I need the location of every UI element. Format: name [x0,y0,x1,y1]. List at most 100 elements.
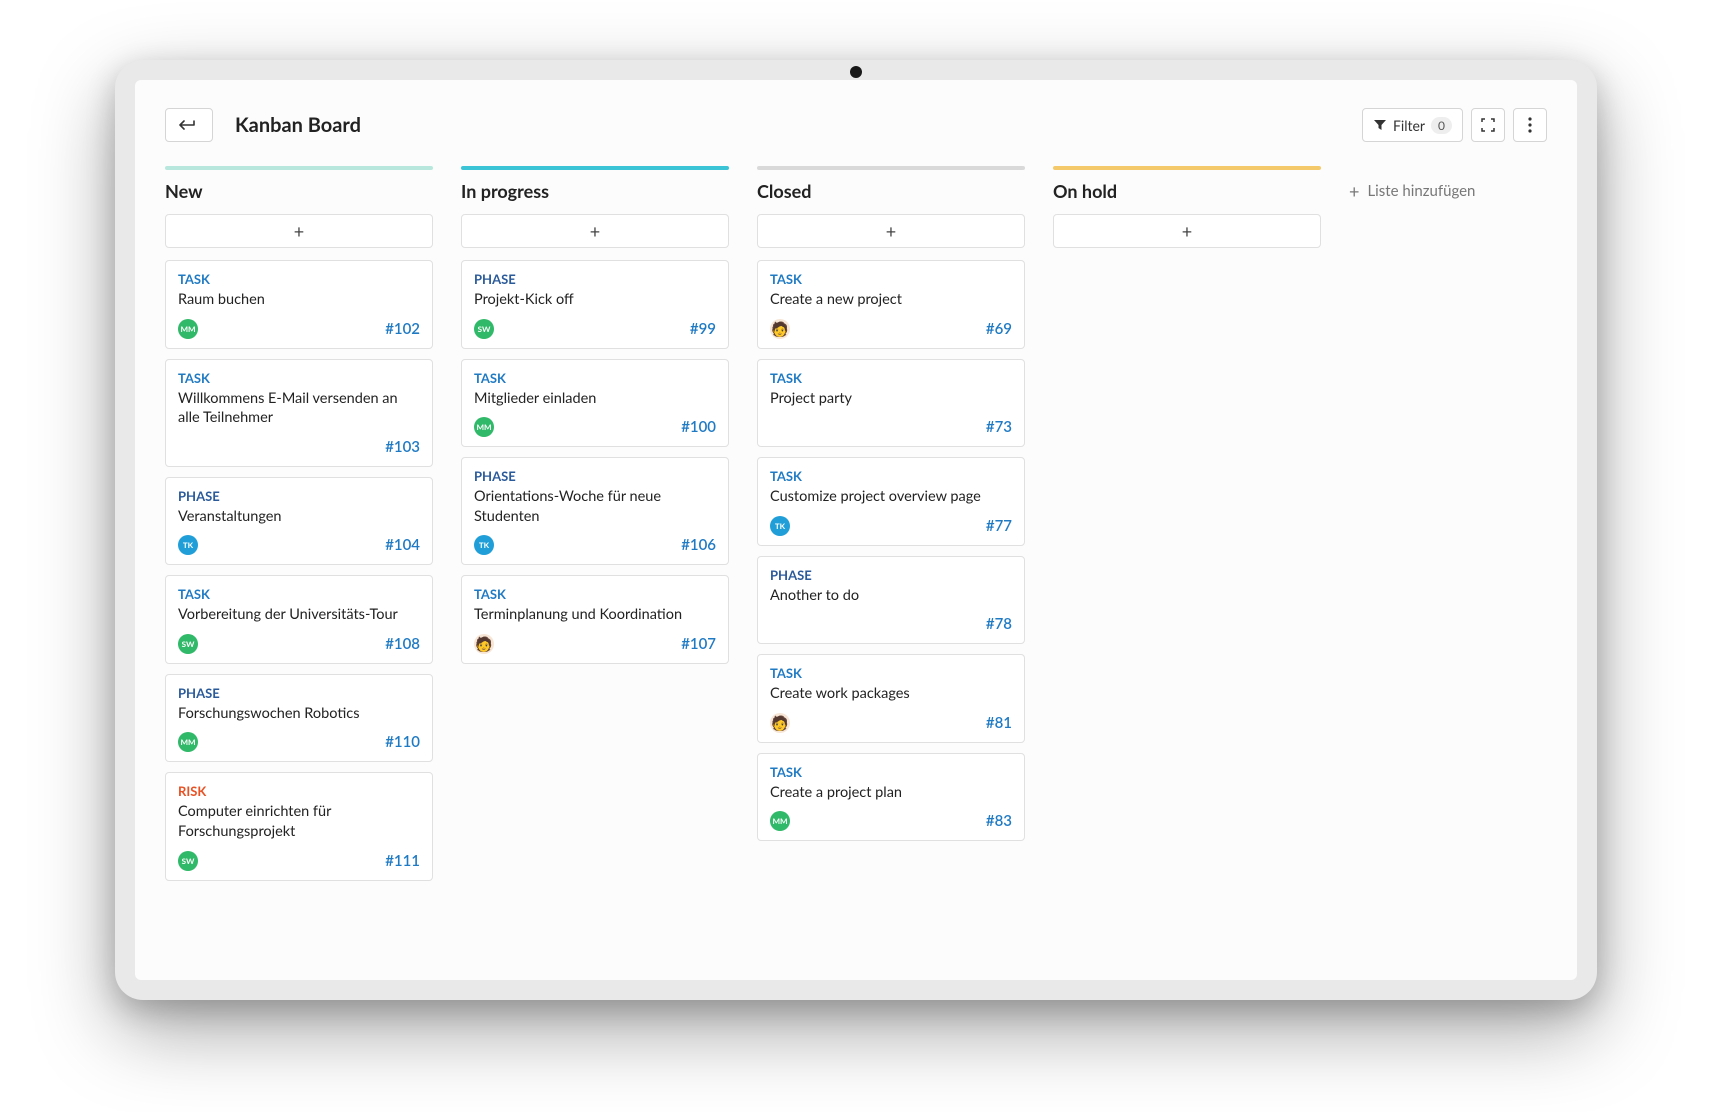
card-id: #69 [986,320,1012,338]
card-type: TASK [178,370,420,386]
card-id: #78 [986,615,1012,633]
camera-dot [850,66,862,78]
expand-icon [1481,118,1495,132]
kanban-card[interactable]: PHASE Orientations-Woche für neue Student… [461,457,729,565]
avatar: 🧑 [770,319,790,339]
card-footer: #78 [770,613,1012,635]
kanban-card[interactable]: TASKTerminplanung und Koordination🧑#107 [461,575,729,664]
card-avatar-slot: TK [178,535,198,555]
card-type: TASK [474,370,716,386]
card-title: Computer einrichten für Forschungsprojek… [178,802,420,841]
column-bar [461,166,729,170]
avatar: TK [474,535,494,555]
kanban-board: New + TASK Raum buchen MM #102 TASK Willkommens… [165,166,1547,891]
avatar: SW [178,851,198,871]
kanban-card[interactable]: TASKVorbereitung der Universitäts-TourSW… [165,575,433,664]
device-frame: Kanban Board Filter 0 [115,60,1597,1000]
kanban-card[interactable]: TASKCreate a project planMM#83 [757,753,1025,842]
kanban-card[interactable]: TASK Willkommens E-Mail versenden an alle… [165,359,433,467]
card-avatar-slot: MM [178,319,198,339]
back-arrow-icon [179,118,199,132]
kanban-card[interactable]: TASK Mitglieder einladen MM #100 [461,359,729,448]
avatar: TK [770,516,790,536]
card-avatar-slot: MM [770,811,790,831]
card-type: RISK [178,783,420,799]
kanban-card[interactable]: PHASEAnother to do#78 [757,556,1025,645]
card-footer: MM #102 [178,318,420,340]
kanban-column: On hold+ [1053,166,1321,260]
card-id: #107 [681,635,716,653]
card-footer: SW #99 [474,318,716,340]
add-list-button[interactable]: +Liste hinzufügen [1349,166,1475,202]
card-footer: MM#83 [770,810,1012,832]
card-id: #110 [385,733,420,751]
back-button[interactable] [165,108,213,142]
card-id: #100 [681,418,716,436]
card-avatar-slot: 🧑 [474,634,494,654]
card-id: #99 [690,320,716,338]
card-type: TASK [770,370,1012,386]
plus-icon: + [590,220,600,242]
card-title: Forschungswochen Robotics [178,704,420,724]
filter-label: Filter [1393,117,1425,134]
card-footer: MM #100 [474,416,716,438]
card-title: Orientations-Woche für neue Studenten [474,487,716,526]
kanban-card[interactable]: PHASE Veranstaltungen TK#104 [165,477,433,566]
kanban-card[interactable]: TASKRaum buchenMM#102 [165,260,433,349]
card-title: Terminplanung und Koordination [474,605,716,625]
plus-icon: + [886,220,896,242]
more-vertical-icon [1528,117,1532,133]
card-title: Create a new project [770,290,1012,310]
more-menu-button[interactable] [1513,108,1547,142]
card-footer: #73 [770,416,1012,438]
add-card-button[interactable]: + [165,214,433,248]
avatar: TK [178,535,198,555]
card-footer: TK#104 [178,534,420,556]
card-type: PHASE [178,488,420,504]
kanban-card[interactable]: TASKCustomize project overview pageTK#77 [757,457,1025,546]
column-title: New [165,180,433,202]
plus-icon: + [294,220,304,242]
column-title: In progress [461,180,729,202]
card-title: Raum buchen [178,290,420,310]
avatar: MM [178,319,198,339]
card-avatar-slot: SW [178,634,198,654]
column-bar [165,166,433,170]
card-id: #102 [385,320,420,338]
add-card-button[interactable]: + [1053,214,1321,248]
card-avatar-slot: SW [474,319,494,339]
card-id: #77 [986,517,1012,535]
card-type: PHASE [770,567,1012,583]
card-avatar-slot: 🧑 [770,713,790,733]
add-card-button[interactable]: + [461,214,729,248]
card-type: TASK [770,764,1012,780]
avatar: MM [178,732,198,752]
kanban-card[interactable]: PHASE Forschungswochen Robotics MM #110 [165,674,433,763]
card-id: #106 [681,536,716,554]
card-type: PHASE [474,468,716,484]
card-id: #108 [385,635,420,653]
avatar: SW [178,634,198,654]
avatar: MM [474,417,494,437]
add-card-button[interactable]: + [757,214,1025,248]
card-title: Willkommens E-Mail versenden an alle Tei… [178,389,420,428]
filter-button[interactable]: Filter 0 [1362,108,1463,142]
card-type: TASK [770,665,1012,681]
card-title: Project party [770,389,1012,409]
card-type: PHASE [178,685,420,701]
card-avatar-slot: MM [178,732,198,752]
card-title: Veranstaltungen [178,507,420,527]
card-type: PHASE [474,271,716,287]
kanban-card[interactable]: RISK Computer einrichten für Forschungspr… [165,772,433,880]
fullscreen-button[interactable] [1471,108,1505,142]
card-title: Projekt-Kick off [474,290,716,310]
kanban-card[interactable]: TASKCreate a new project🧑#69 [757,260,1025,349]
card-avatar-slot: SW [178,851,198,871]
kanban-card[interactable]: TASKCreate work packages🧑#81 [757,654,1025,743]
plus-icon: + [1349,180,1359,202]
kanban-card[interactable]: PHASE Projekt-Kick off SW #99 [461,260,729,349]
card-title: Mitglieder einladen [474,389,716,409]
kanban-card[interactable]: TASK Project party #73 [757,359,1025,448]
card-footer: SW#111 [178,850,420,872]
card-id: #81 [986,714,1012,732]
